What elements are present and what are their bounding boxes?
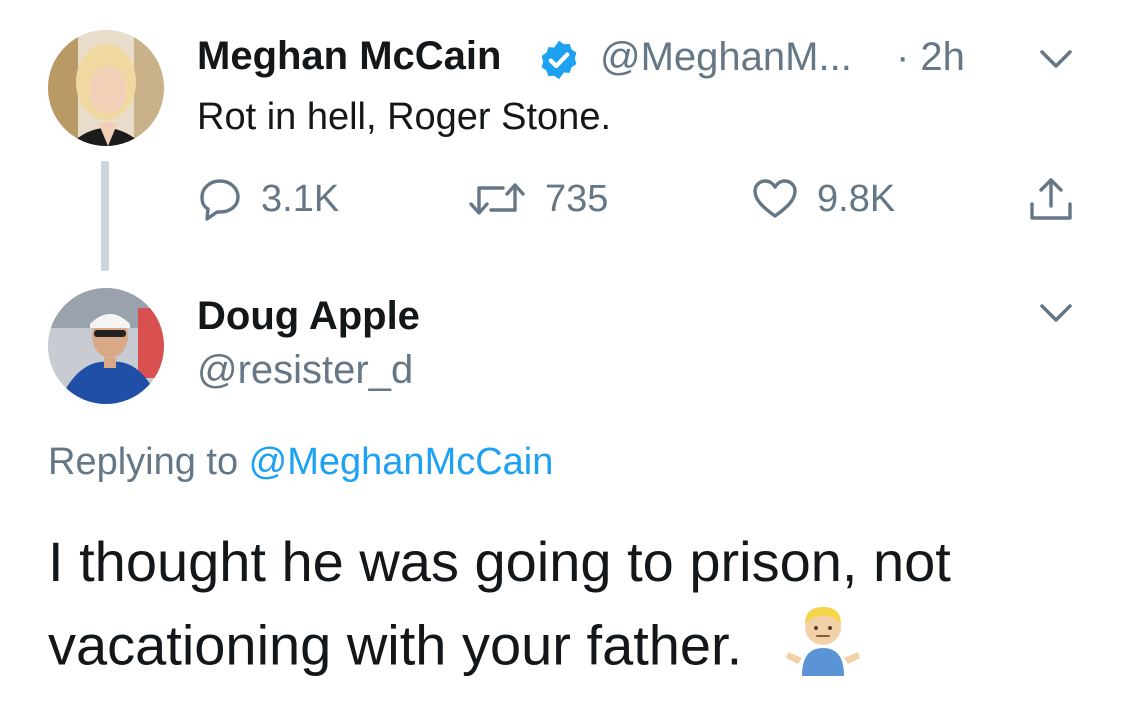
doug-avatar-image <box>48 288 164 404</box>
reply-count: 3.1K <box>261 177 340 220</box>
like-count: 9.8K <box>817 177 896 220</box>
tweet-timestamp[interactable]: · 2h <box>896 35 965 80</box>
meghan-avatar[interactable] <box>48 30 164 146</box>
retweet-icon <box>467 176 527 222</box>
reply-author-handle[interactable]: @resister_d <box>197 348 413 393</box>
retweet-count: 735 <box>545 177 609 220</box>
tweet-text: Rot in hell, Roger Stone. <box>197 96 612 138</box>
replying-to-line: Replying to @MeghanMcCain <box>48 441 553 484</box>
reply-tweet-text: I thought he was going to prison, not va… <box>48 522 1118 697</box>
reply-author-name[interactable]: Doug Apple <box>197 294 420 339</box>
reply-icon <box>197 176 243 222</box>
chevron-down-icon[interactable] <box>1036 44 1076 79</box>
doug-avatar[interactable] <box>48 288 164 404</box>
share-icon[interactable] <box>1026 174 1076 229</box>
author-name[interactable]: Meghan McCain <box>197 34 501 79</box>
author-handle[interactable]: @MeghanM... <box>600 35 852 80</box>
replying-to-label: Replying to <box>48 441 249 483</box>
thread-connector-line <box>101 161 109 271</box>
verified-badge-icon <box>537 38 581 87</box>
reply-button[interactable]: 3.1K <box>197 176 339 222</box>
meghan-avatar-image <box>48 30 164 146</box>
shrug-emoji-icon <box>784 602 862 697</box>
like-button[interactable]: 9.8K <box>751 176 895 222</box>
like-icon <box>751 176 799 222</box>
retweet-button[interactable]: 735 <box>467 176 608 222</box>
replying-to-mention[interactable]: @MeghanMcCain <box>249 441 554 483</box>
reply-chevron-down-icon[interactable] <box>1036 298 1076 333</box>
